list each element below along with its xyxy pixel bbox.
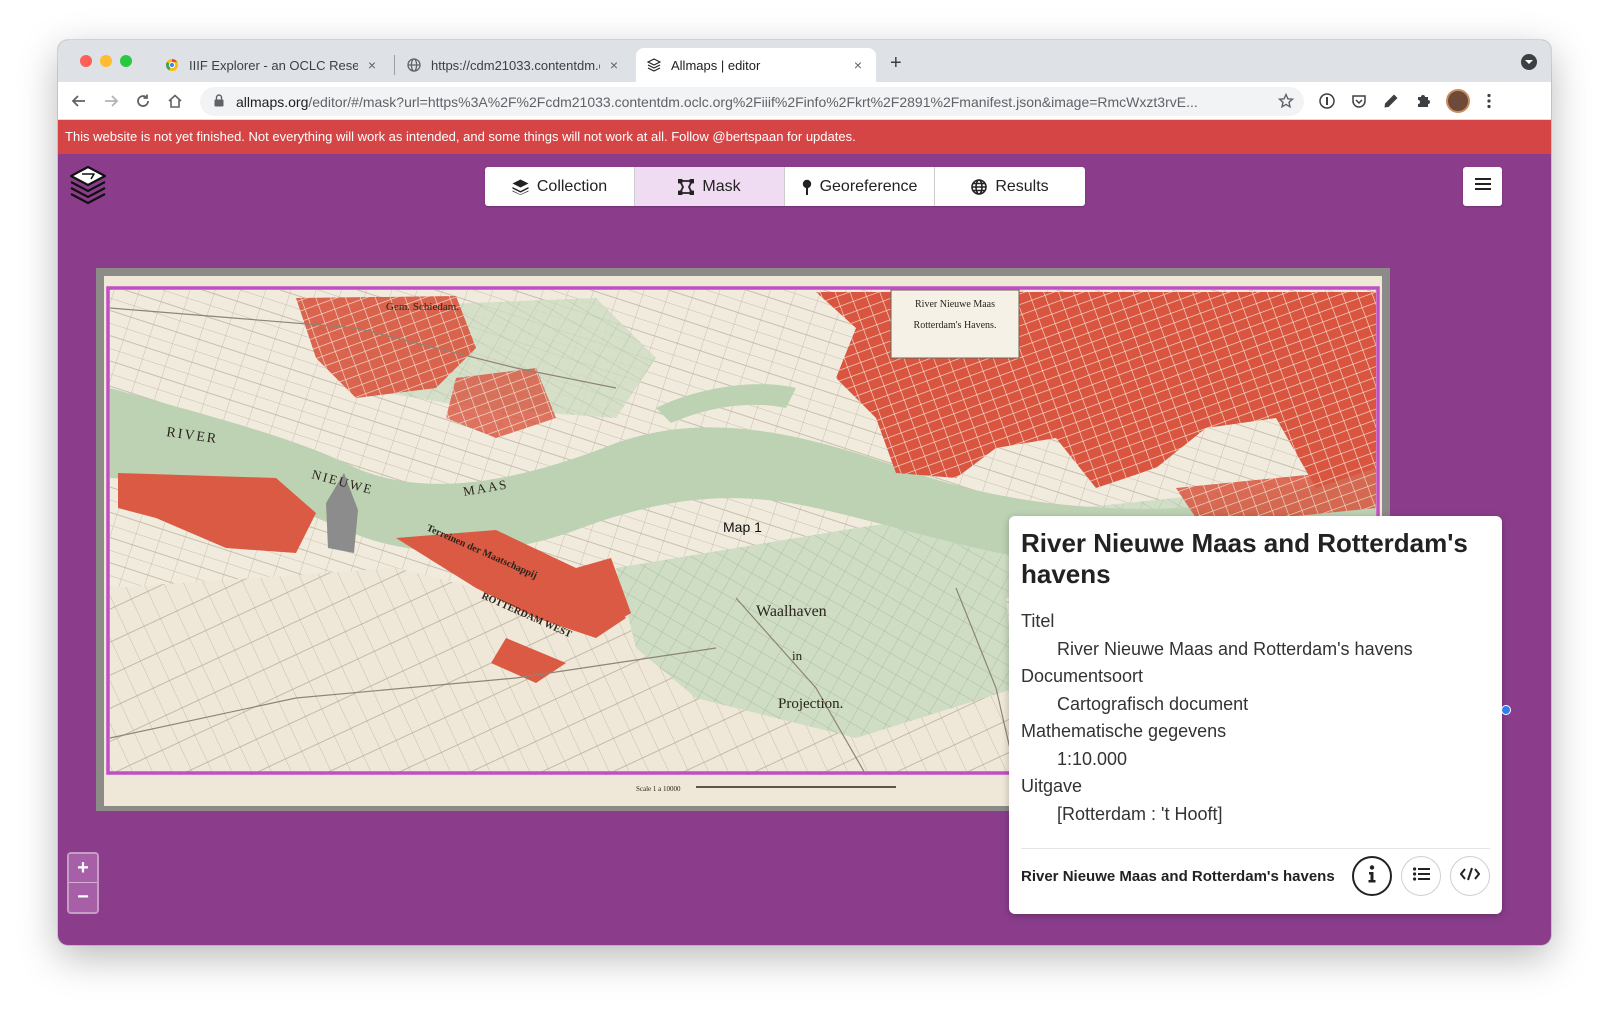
zoom-control: + −	[67, 852, 99, 914]
tab-mask[interactable]: Mask	[635, 167, 785, 206]
tab-title: https://cdm21033.contentdm.o	[431, 57, 600, 73]
resize-handle[interactable]	[1501, 705, 1511, 715]
lock-icon	[214, 93, 226, 110]
pocket-icon[interactable]	[1348, 90, 1370, 112]
tab-contentdm[interactable]: https://cdm21033.contentdm.o ×	[396, 48, 632, 82]
layers-icon	[512, 179, 529, 195]
zoom-in-button[interactable]: +	[69, 854, 97, 883]
profile-avatar[interactable]	[1446, 89, 1470, 113]
code-button[interactable]	[1450, 856, 1490, 896]
code-icon	[1459, 867, 1481, 886]
minimize-window-button[interactable]	[100, 55, 112, 67]
extensions-puzzle-icon[interactable]	[1412, 90, 1434, 112]
map-info-panel: River Nieuwe Maas and Rotterdam's havens…	[1009, 516, 1502, 914]
list-icon	[1412, 866, 1430, 886]
address-bar[interactable]: allmaps.org/editor/#/mask?url=https%3A%2…	[200, 87, 1304, 116]
bookmark-star-icon[interactable]	[1277, 92, 1295, 112]
metadata-label: Documentsoort	[1021, 666, 1144, 686]
globe-icon	[971, 178, 988, 195]
info-button[interactable]	[1352, 856, 1392, 896]
map-text-projection: Projection.	[778, 696, 843, 712]
tab-search-icon[interactable]	[1521, 54, 1537, 70]
pin-icon	[802, 179, 812, 195]
tab-results[interactable]: Results	[935, 167, 1085, 206]
forward-arrow-icon[interactable]	[100, 90, 122, 112]
map-text-in: in	[792, 648, 803, 663]
metadata-label: Uitgave	[1021, 776, 1083, 796]
zoom-out-button[interactable]: −	[69, 883, 97, 912]
browser-toolbar: allmaps.org/editor/#/mask?url=https%3A%2…	[58, 82, 1551, 120]
pencil-icon[interactable]	[1380, 90, 1402, 112]
close-tab-icon[interactable]: ×	[606, 57, 622, 73]
back-arrow-icon[interactable]	[68, 90, 90, 112]
tab-allmaps-editor[interactable]: Allmaps | editor ×	[636, 48, 876, 82]
mask-icon	[678, 178, 695, 195]
info-icon	[1368, 864, 1376, 888]
step-navigation: Collection Mask Georeference Results	[485, 167, 1085, 206]
new-tab-button[interactable]: +	[890, 52, 902, 75]
list-button[interactable]	[1401, 856, 1441, 896]
close-tab-icon[interactable]: ×	[850, 57, 866, 73]
home-icon[interactable]	[164, 90, 186, 112]
cartouche-title-1: River Nieuwe Maas	[915, 299, 995, 310]
tab-iiif-explorer[interactable]: IIIF Explorer - an OCLC Resear ×	[154, 48, 390, 82]
tab-title: Allmaps | editor	[671, 57, 761, 73]
metadata-value: [Rotterdam : 't Hooft]	[1057, 804, 1223, 824]
url-path: /editor/#/mask?url=https%3A%2F%2Fcdm2103…	[308, 93, 1198, 110]
allmaps-favicon-icon	[646, 57, 662, 73]
metadata-label: Mathematische gegevens	[1021, 721, 1227, 741]
tab-title: IIIF Explorer - an OCLC Resear	[189, 57, 358, 73]
metadata-label: Titel	[1021, 611, 1055, 631]
globe-favicon-icon	[406, 57, 422, 73]
panel-footer: River Nieuwe Maas and Rotterdam's havens	[1021, 848, 1490, 903]
reload-icon[interactable]	[132, 90, 154, 112]
warning-banner: This website is not yet finished. Not ev…	[58, 120, 1551, 154]
metadata-value: 1:10.000	[1057, 749, 1128, 769]
tab-separator	[394, 55, 395, 75]
browser-window: IIIF Explorer - an OCLC Resear × https:/…	[58, 40, 1551, 945]
tab-georeference[interactable]: Georeference	[785, 167, 935, 206]
tab-label: Georeference	[819, 177, 918, 195]
tab-label: Results	[995, 177, 1049, 195]
panel-title: River Nieuwe Maas and Rotterdam's havens	[1021, 528, 1468, 589]
metadata-value: River Nieuwe Maas and Rotterdam's havens	[1057, 639, 1413, 659]
kebab-menu-icon[interactable]	[1478, 90, 1500, 112]
metadata-value: Cartografisch document	[1057, 694, 1249, 714]
tab-label: Collection	[536, 177, 608, 195]
map-label: Map 1	[723, 519, 762, 535]
allmaps-logo-icon[interactable]	[68, 164, 108, 206]
tab-collection[interactable]: Collection	[485, 167, 635, 206]
cartouche-title-2: Rotterdam's Havens.	[914, 320, 997, 331]
close-window-button[interactable]	[80, 55, 92, 67]
close-tab-icon[interactable]: ×	[364, 57, 380, 73]
tab-bar: IIIF Explorer - an OCLC Resear × https:/…	[58, 40, 1551, 82]
menu-button[interactable]	[1463, 167, 1502, 206]
password-manager-icon[interactable]	[1316, 90, 1338, 112]
hamburger-icon	[1474, 177, 1491, 196]
tab-label: Mask	[702, 177, 741, 195]
map-text-schiedam: Gem. Schiedam.	[386, 301, 459, 313]
map-text-waalhaven: Waalhaven	[756, 603, 827, 620]
metadata-list: Titel River Nieuwe Maas and Rotterdam's …	[1021, 608, 1490, 828]
map-scale-text: Scale 1 a 10000	[636, 785, 681, 793]
maximize-window-button[interactable]	[120, 55, 132, 67]
panel-footer-title: River Nieuwe Maas and Rotterdam's havens	[1021, 867, 1335, 885]
chrome-favicon-icon	[164, 57, 180, 73]
url-host: allmaps.org	[236, 93, 309, 110]
